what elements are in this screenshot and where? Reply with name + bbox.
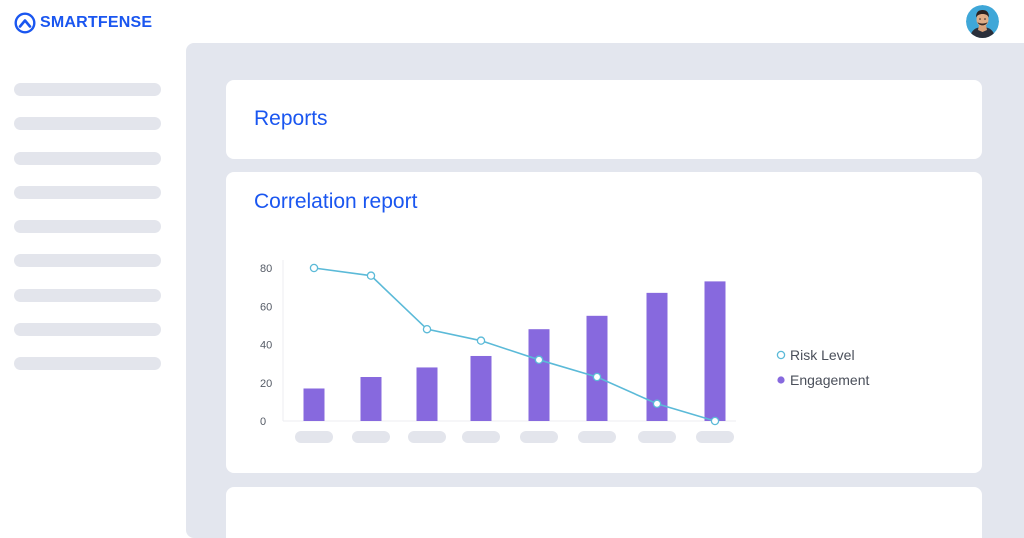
brand-name: SMARTFENSE	[40, 14, 153, 31]
x-tick-label-placeholder	[352, 431, 390, 443]
risk-level-point	[652, 399, 662, 409]
risk-level-point	[366, 271, 376, 280]
legend-engagement-label: Engagement	[790, 372, 870, 388]
sidebar-item-placeholder[interactable]	[14, 185, 161, 199]
sidebar-item-placeholder[interactable]	[14, 254, 161, 268]
correlation-report-card: Correlation report 0 20 40 60 80 Risk Level En…	[226, 172, 982, 473]
user-avatar[interactable]	[966, 5, 999, 38]
bottom-card	[226, 487, 982, 538]
y-tick-label: 40	[260, 340, 272, 352]
sidebar-item-placeholder[interactable]	[14, 288, 161, 302]
engagement-bar	[470, 355, 492, 421]
legend-risk-level-label: Risk Level	[790, 347, 855, 363]
legend-risk-level-marker	[776, 350, 786, 360]
correlation-chart: 0 20 40 60 80 Risk Level Engagement	[260, 260, 870, 443]
x-tick-label-placeholder	[638, 431, 676, 443]
page-title: Reports	[254, 107, 328, 130]
x-tick-label-placeholder	[520, 431, 558, 443]
legend-engagement-marker	[777, 376, 785, 384]
risk-level-point	[710, 416, 720, 426]
engagement-bar	[360, 377, 382, 421]
risk-level-point	[422, 324, 432, 334]
y-tick-label: 80	[260, 263, 272, 275]
x-tick-label-placeholder	[408, 431, 446, 443]
sidebar-item-placeholder[interactable]	[14, 357, 161, 371]
sidebar-item-placeholder[interactable]	[14, 220, 161, 234]
reports-card: Reports	[226, 80, 982, 159]
sidebar-item-placeholder[interactable]	[14, 323, 161, 337]
risk-level-point	[534, 355, 544, 365]
engagement-bar	[586, 315, 608, 421]
engagement-bar	[704, 281, 726, 421]
x-tick-label-placeholder	[696, 431, 734, 443]
x-tick-label-placeholder	[295, 431, 333, 443]
brand-logo[interactable]: SMARTFENSE	[14, 12, 152, 34]
sidebar-item-placeholder[interactable]	[14, 117, 161, 131]
user-avatar-icon	[966, 5, 999, 38]
smartfense-logo-icon	[14, 12, 36, 34]
y-tick-label: 20	[260, 378, 272, 390]
y-tick-label: 0	[260, 416, 266, 428]
sidebar-item-placeholder[interactable]	[14, 151, 161, 165]
sidebar-item-placeholder[interactable]	[14, 83, 161, 96]
sidebar-nav	[14, 83, 161, 392]
engagement-bar	[303, 388, 325, 421]
engagement-bar	[528, 329, 550, 421]
main-content: Reports Correlation report 0 20 40 60 80 Risk…	[186, 43, 1024, 538]
x-tick-label-placeholder	[578, 431, 616, 443]
x-tick-label-placeholder	[462, 431, 500, 443]
risk-level-point	[592, 372, 602, 382]
engagement-bar	[416, 367, 438, 421]
risk-level-point	[309, 263, 319, 273]
risk-level-point	[476, 336, 486, 345]
y-tick-label: 60	[260, 301, 272, 313]
